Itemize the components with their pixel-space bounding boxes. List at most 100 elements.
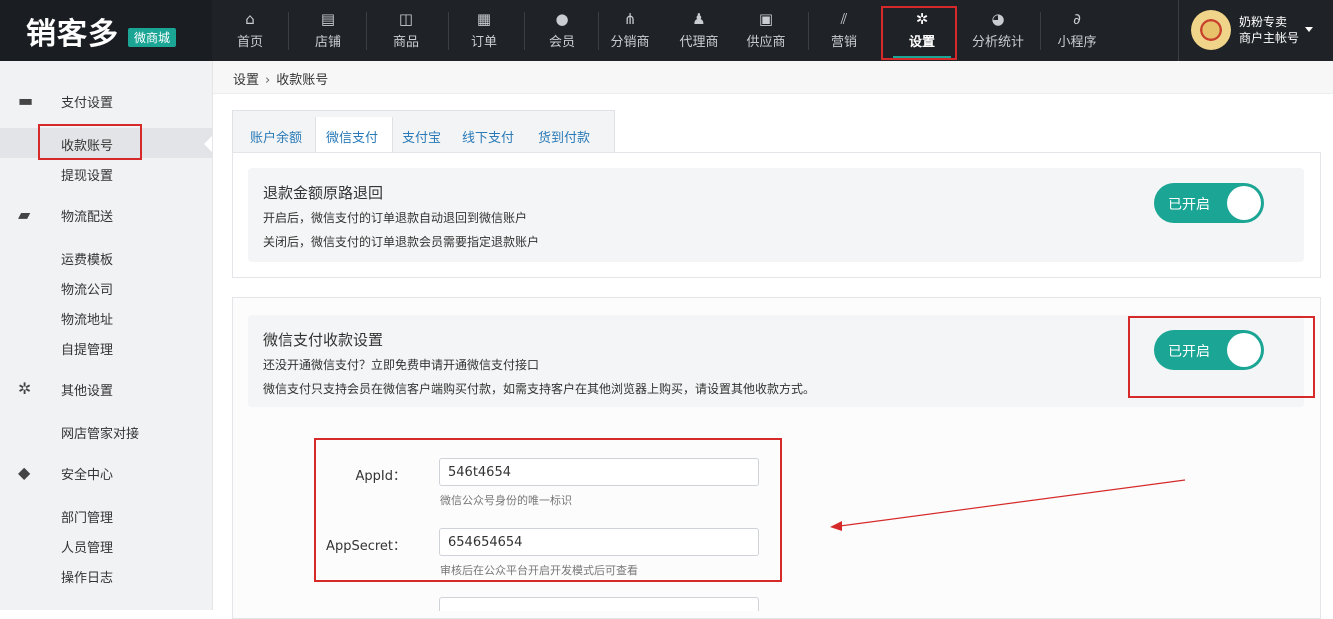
gear-icon: ✲ xyxy=(18,379,32,398)
highlight-box-form xyxy=(314,438,782,582)
sidebar-item-staff[interactable]: 人员管理 xyxy=(61,537,113,556)
logo-badge: 微商城 xyxy=(128,28,177,47)
sidebar-group-label: 其他设置 xyxy=(61,384,114,399)
nav-item-analytics[interactable]: ◕ 分析统计 xyxy=(968,0,1028,61)
sidebar-group-other[interactable]: ✲ 其他设置 xyxy=(0,374,212,404)
nav-label: 商品 xyxy=(392,35,419,50)
payment-tabs: 账户余额 微信支付 支付宝 线下支付 货到付款 xyxy=(232,110,615,153)
nav-item-goods[interactable]: ◫ 商品 xyxy=(384,0,428,61)
nav-item-orders[interactable]: ▦ 订单 xyxy=(462,0,506,61)
nav-label: 代理商 xyxy=(679,35,719,50)
nav-divider xyxy=(524,12,525,50)
sidebar-item-logistics-company[interactable]: 物流公司 xyxy=(61,279,113,298)
nav-label: 分析统计 xyxy=(971,35,1024,50)
sidebar-group-logistics[interactable]: ▰ 物流配送 xyxy=(0,200,212,230)
highlight-box-settings xyxy=(881,6,957,60)
sidebar-item-logistics-address[interactable]: 物流地址 xyxy=(61,309,113,328)
user-menu[interactable]: 奶粉专卖 商户主帐号 xyxy=(1178,0,1333,61)
sidebar-item-department[interactable]: 部门管理 xyxy=(61,507,113,526)
tab-wechat-pay[interactable]: 微信支付 xyxy=(315,117,393,153)
tab-offline[interactable]: 线下支付 xyxy=(462,127,514,146)
pie-icon: ◕ xyxy=(991,10,1005,28)
arrow-head xyxy=(830,521,842,531)
nav-item-supplier[interactable]: ▣ 供应商 xyxy=(742,0,790,61)
sidebar-group-label: 支付设置 xyxy=(61,96,114,111)
next-field-input[interactable] xyxy=(439,597,759,611)
store-icon: ▤ xyxy=(320,10,336,28)
nav-divider xyxy=(1040,12,1041,50)
wechat-apply-link[interactable]: 还没开通微信支付？立即免费申请开通微信支付接口 xyxy=(263,356,539,373)
breadcrumb-root[interactable]: 设置 xyxy=(233,73,259,88)
nav-divider xyxy=(448,12,449,50)
toggle-knob xyxy=(1227,186,1261,220)
bag-icon: ◫ xyxy=(398,10,414,28)
logo-text: 销客多 xyxy=(26,17,119,52)
nav-label: 订单 xyxy=(470,35,497,50)
sidebar-group-label: 物流配送 xyxy=(61,210,114,225)
nav-label: 会员 xyxy=(548,35,575,50)
user-name: 奶粉专卖 xyxy=(1239,15,1288,29)
logo[interactable]: 销客多 微商城 xyxy=(0,0,212,61)
sidebar-group-label: 安全中心 xyxy=(61,468,114,483)
chart-icon: ⫽ xyxy=(840,10,848,28)
user-role: 商户主帐号 xyxy=(1239,31,1300,45)
clipboard-icon: ▦ xyxy=(476,10,492,28)
refund-toggle[interactable]: 已开启 xyxy=(1154,183,1264,223)
nav-item-miniprogram[interactable]: ∂ 小程序 xyxy=(1052,0,1102,61)
breadcrumb: 设置 › 收款账号 xyxy=(213,61,1333,94)
refund-setting-box: 退款金额原路退回 开启后，微信支付的订单退款自动退回到微信账户 关闭后，微信支付… xyxy=(248,168,1304,262)
nav-label: 首页 xyxy=(236,35,263,50)
toggle-label: 已开启 xyxy=(1168,197,1210,213)
sidebar-item-erp[interactable]: 网店管家对接 xyxy=(61,423,139,442)
breadcrumb-current: 收款账号 xyxy=(276,73,329,88)
nav-label: 小程序 xyxy=(1057,35,1097,50)
nav-divider xyxy=(288,12,289,50)
nav-label: 供应商 xyxy=(746,35,786,50)
wechat-setting-title: 微信支付收款设置 xyxy=(263,331,384,349)
nav-item-store[interactable]: ▤ 店铺 xyxy=(306,0,350,61)
nav-label: 分销商 xyxy=(610,35,650,50)
nav-item-marketing[interactable]: ⫽ 营销 xyxy=(822,0,866,61)
nav-divider xyxy=(598,12,599,50)
nav-label: 营销 xyxy=(830,35,857,50)
tab-label: 微信支付 xyxy=(326,131,379,146)
nav-label: 店铺 xyxy=(314,35,341,50)
refund-desc-off: 关闭后，微信支付的订单退款会员需要指定退款账户 xyxy=(263,235,540,249)
sidebar-item-log[interactable]: 操作日志 xyxy=(61,567,113,586)
nav-item-distributor[interactable]: ⋔ 分销商 xyxy=(608,0,652,61)
tab-alipay[interactable]: 支付宝 xyxy=(402,127,441,146)
sidebar-group-security[interactable]: ◆ 安全中心 xyxy=(0,458,212,488)
avatar[interactable] xyxy=(1191,10,1231,50)
link-icon: ∂ xyxy=(1073,10,1081,28)
tab-cod[interactable]: 货到付款 xyxy=(538,127,590,146)
nav-item-agent[interactable]: ♟ 代理商 xyxy=(674,0,724,61)
annotation-arrow xyxy=(830,479,1186,531)
sidebar-item-pickup[interactable]: 自提管理 xyxy=(61,339,113,358)
nav-item-home[interactable]: ⌂ 首页 xyxy=(228,0,272,61)
home-icon: ⌂ xyxy=(245,10,255,28)
truck-icon: ▰ xyxy=(18,205,31,224)
wechat-setting-note: 微信支付只支持会员在微信客户端购买付款，如需支持客户在其他浏览器上购买，请设置其… xyxy=(263,382,816,396)
truck-icon: ▣ xyxy=(758,10,774,28)
sidebar-active-arrow xyxy=(204,136,212,152)
nav-divider xyxy=(366,12,367,50)
card-icon: ▬ xyxy=(18,91,34,110)
highlight-box-sidebar xyxy=(38,124,142,160)
refund-desc-on: 开启后，微信支付的订单退款自动退回到微信账户 xyxy=(263,211,528,225)
agent-icon: ♟ xyxy=(692,10,706,28)
arrow-line xyxy=(839,479,1186,527)
sidebar-group-payment[interactable]: ▬ 支付设置 xyxy=(0,86,212,116)
breadcrumb-separator: › xyxy=(265,73,271,88)
sidebar-item-freight-template[interactable]: 运费模板 xyxy=(61,249,113,268)
nav-divider xyxy=(808,12,809,50)
sidebar-item-withdraw[interactable]: 提现设置 xyxy=(61,165,113,184)
refund-title: 退款金额原路退回 xyxy=(263,184,384,202)
nav-item-members[interactable]: ● 会员 xyxy=(540,0,584,61)
shield-icon: ◆ xyxy=(18,463,31,482)
highlight-box-toggle xyxy=(1128,316,1315,398)
chevron-down-icon[interactable] xyxy=(1305,27,1313,32)
user-icon: ● xyxy=(555,10,569,28)
top-navbar: 销客多 微商城 ⌂ 首页 ▤ 店铺 ◫ 商品 ▦ 订单 ● 会员 ⋔ 分销商 ♟… xyxy=(0,0,1333,61)
org-icon: ⋔ xyxy=(623,10,637,28)
tab-balance[interactable]: 账户余额 xyxy=(250,127,302,146)
